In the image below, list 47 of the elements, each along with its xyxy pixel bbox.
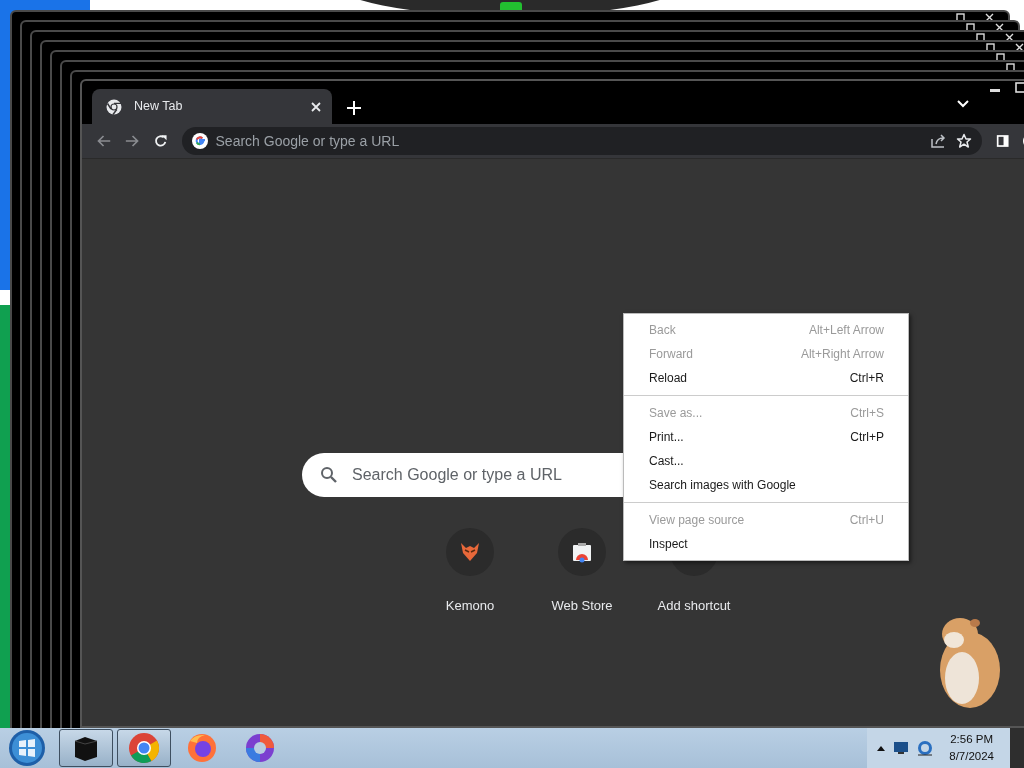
side-panel-icon[interactable] bbox=[995, 133, 1009, 149]
shortcut-label: Add shortcut bbox=[657, 597, 731, 615]
close-icon[interactable] bbox=[1015, 43, 1024, 51]
close-icon[interactable] bbox=[1005, 33, 1014, 41]
forward-icon[interactable] bbox=[125, 133, 141, 149]
shortcut-label: Kemono bbox=[445, 597, 495, 615]
network-icon[interactable] bbox=[917, 740, 934, 756]
chrome-icon bbox=[127, 731, 161, 765]
taskbar-button[interactable] bbox=[59, 729, 113, 767]
chevron-down-icon[interactable] bbox=[956, 99, 970, 109]
taskbar-button[interactable] bbox=[117, 729, 171, 767]
clock[interactable]: 2:56 PM 8/7/2024 bbox=[941, 731, 1002, 765]
shortcut-label: Web Store bbox=[551, 597, 613, 615]
shortcut-hint: Alt+Right Arrow bbox=[800, 346, 884, 363]
chrome-icon bbox=[106, 98, 122, 115]
new-tab-icon[interactable] bbox=[346, 100, 362, 116]
shortcut-hint: Alt+Left Arrow bbox=[808, 322, 884, 339]
clock-time: 2:56 PM bbox=[950, 732, 994, 748]
address-bar[interactable]: Search Google or type a URL bbox=[181, 127, 982, 155]
shortcut-hint: Ctrl+S bbox=[850, 405, 884, 422]
menu-item[interactable]: Reload Ctrl+R bbox=[624, 366, 908, 390]
reload-icon[interactable] bbox=[154, 133, 168, 149]
share-icon[interactable] bbox=[929, 133, 948, 149]
shortcut-hint: Ctrl+U bbox=[849, 512, 884, 529]
chevron-up-icon[interactable] bbox=[877, 745, 886, 751]
close-icon[interactable] bbox=[985, 13, 994, 21]
search-placeholder: Search Google or type a URL bbox=[352, 465, 562, 485]
close-icon[interactable] bbox=[995, 23, 1004, 31]
shortcut-tile[interactable]: Kemono bbox=[414, 528, 526, 616]
star-icon[interactable] bbox=[955, 133, 972, 149]
store-icon bbox=[570, 540, 594, 564]
shortcut-hint: Ctrl+P bbox=[850, 429, 884, 446]
menu-item[interactable]: Print... Ctrl+P bbox=[624, 425, 908, 449]
browser-tab[interactable]: New Tab bbox=[92, 89, 332, 124]
search-icon bbox=[320, 466, 338, 484]
start-button[interactable] bbox=[7, 728, 47, 768]
clock-date: 8/7/2024 bbox=[949, 749, 994, 764]
maximize-icon[interactable] bbox=[1014, 81, 1024, 95]
firefox-icon bbox=[185, 731, 219, 765]
monitor-icon[interactable] bbox=[893, 741, 910, 755]
tab-title: New Tab bbox=[134, 98, 184, 116]
back-icon[interactable] bbox=[96, 133, 112, 149]
close-icon[interactable] bbox=[310, 100, 322, 113]
app-icon bbox=[243, 731, 277, 765]
shortcut-hint: Ctrl+R bbox=[849, 370, 884, 387]
address-placeholder: Search Google or type a URL bbox=[215, 131, 401, 151]
google-icon bbox=[191, 133, 208, 149]
